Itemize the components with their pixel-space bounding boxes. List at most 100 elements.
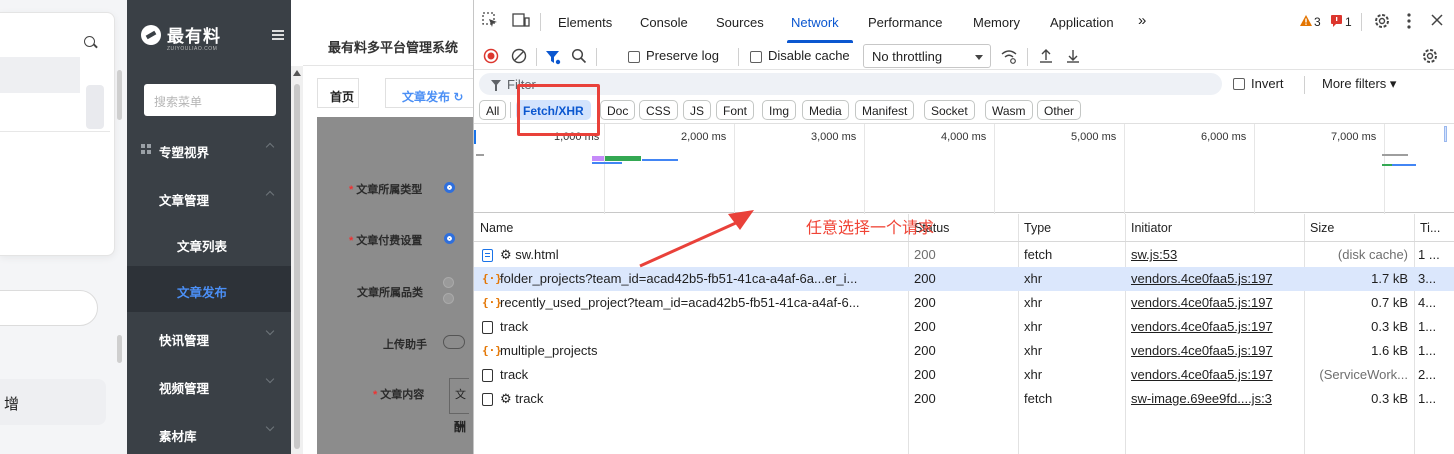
throttling-value: No throttling [872,49,943,64]
warning-icon[interactable] [1299,14,1313,27]
sidebar-item-article-list[interactable]: 文章列表 [127,220,291,266]
issues-icon[interactable] [1330,14,1343,27]
more-tabs-icon[interactable]: » [1138,12,1146,29]
column-header-time[interactable]: Ti... [1414,214,1454,242]
cell-type: xhr [1024,343,1043,358]
type-filter-wasm[interactable]: Wasm [985,100,1033,120]
table-row[interactable]: {·} folder_projects?team_id=acad42b5-fb51… [474,267,1454,291]
network-overview-timeline[interactable]: 1,000 ms 2,000 ms 3,000 ms 4,000 ms 5,00… [474,123,1454,214]
tab-console[interactable]: Console [640,15,688,30]
tab-memory[interactable]: Memory [973,15,1020,30]
sidebar-search-input[interactable]: 搜索菜单 [144,84,276,116]
scrollbar-thumb[interactable] [294,84,300,449]
disable-cache-checkbox[interactable] [750,51,762,63]
scroll-up-icon[interactable] [293,70,301,76]
table-row[interactable]: ⚙ track 200 fetch sw-image.69ee9fd....js:3 0… [474,387,1454,411]
column-header-initiator[interactable]: Initiator [1125,214,1304,242]
logo-text: 最有料 [167,27,221,46]
settings-gear-icon[interactable] [1373,12,1391,30]
sidebar-item-article-publish[interactable]: 文章发布 [127,266,291,312]
warnings-count[interactable]: 3 [1314,15,1321,29]
export-har-icon[interactable] [1066,48,1080,64]
left-scrollbar-lower[interactable] [117,335,122,363]
left-input[interactable] [0,290,98,326]
logo-mark-icon [141,24,161,45]
editor-char: 文 [455,389,466,401]
cell-initiator[interactable]: vendors.4ce0faa5.js:197 [1131,343,1299,358]
new-button[interactable]: 增 [0,379,106,425]
type-filter-js[interactable]: JS [683,100,712,120]
network-conditions-icon[interactable] [1000,48,1018,64]
close-icon[interactable] [1431,14,1443,26]
sidebar-item-video[interactable]: 视频管理 [127,362,291,408]
cell-initiator[interactable]: sw-image.69ee9fd....js:3 [1131,391,1299,406]
timeline-gridline [1384,124,1385,214]
radio-unselected[interactable] [443,277,454,288]
table-row[interactable]: track 200 xhr vendors.4ce0faa5.js:197 0.3 kB… [474,315,1454,339]
type-filter-other[interactable]: Other [1037,100,1082,120]
network-settings-gear-icon[interactable] [1421,47,1439,65]
sidebar-item-zhuansu[interactable]: 专塑视界 [127,126,291,172]
toolbar-separator [536,48,537,66]
search-icon[interactable] [571,48,587,64]
sidebar-scrollbar[interactable] [291,66,303,454]
more-filters-dropdown[interactable]: More filters ▾ [1322,76,1396,92]
table-row[interactable]: {·} recently_used_project?team_id=acad42b… [474,291,1454,315]
import-har-icon[interactable] [1039,48,1053,64]
radio-selected[interactable] [444,233,455,244]
radio-selected[interactable] [444,182,455,193]
table-row[interactable]: ⚙ sw.html 200 fetch sw.js:53 (disk cache) 1 .… [474,243,1454,267]
tab-application[interactable]: Application [1050,15,1114,30]
inspect-element-icon[interactable] [482,12,498,28]
cell-initiator[interactable]: vendors.4ce0faa5.js:197 [1131,319,1299,334]
sidebar-item-news[interactable]: 快讯管理 [127,314,291,360]
tab-home[interactable]: 首页 [317,78,359,108]
cell-initiator[interactable]: vendors.4ce0faa5.js:197 [1131,295,1299,310]
search-icon[interactable] [84,36,98,50]
radio-unselected[interactable] [443,293,454,304]
errors-count[interactable]: 1 [1345,15,1352,29]
type-filter-all[interactable]: All [479,100,507,120]
filter-row: Filter Invert More filters ▾ [474,70,1454,96]
device-toolbar-icon[interactable] [512,12,530,28]
timeline-tick-label: 2,000 ms [681,131,727,143]
sidebar-item-materials[interactable]: 素材库 [127,410,291,454]
sidebar-item-article-manage[interactable]: 文章管理 [127,174,291,220]
cell-initiator[interactable]: vendors.4ce0faa5.js:197 [1131,367,1299,382]
type-filter-font[interactable]: Font [716,100,755,120]
editor-char: 酬 [454,420,467,434]
sidebar-toggle-icon[interactable] [272,30,284,40]
clear-icon[interactable] [511,48,527,64]
type-filter-media[interactable]: Media [802,100,849,120]
tab-article-publish[interactable]: 文章发布 ↻ [385,78,473,108]
content-editor-box[interactable]: 文 [449,378,469,414]
cell-initiator[interactable]: sw.js:53 [1131,247,1299,262]
record-stop-icon[interactable] [483,48,499,64]
type-filter-socket[interactable]: Socket [924,100,975,120]
type-filter-css[interactable]: CSS [639,100,678,120]
throttling-select[interactable]: No throttling [863,44,991,68]
filter-funnel-icon[interactable] [545,49,561,65]
tab-elements[interactable]: Elements [558,15,612,30]
tab-performance[interactable]: Performance [868,15,942,30]
timeline-window-handle[interactable] [474,130,476,144]
table-row[interactable]: track 200 xhr vendors.4ce0faa5.js:197 (Servi… [474,363,1454,387]
cell-status: 200 [914,271,936,286]
column-header-size[interactable]: Size [1304,214,1414,242]
type-filter-manifest[interactable]: Manifest [855,100,915,120]
tab-sources[interactable]: Sources [716,15,764,30]
upload-helper-toggle[interactable] [443,335,465,349]
type-filter-img[interactable]: Img [762,100,797,120]
toolbar-separator [1361,13,1362,31]
cell-initiator[interactable]: vendors.4ce0faa5.js:197 [1131,271,1299,286]
preserve-log-checkbox[interactable] [628,51,640,63]
xhr-icon: {·} [482,272,502,285]
left-scrollbar[interactable] [117,70,122,120]
tab-network[interactable]: Network [791,15,839,30]
table-row[interactable]: {·} multiple_projects 200 xhr vendors.4ce0fa… [474,339,1454,363]
type-filter-doc[interactable]: Doc [600,100,636,120]
column-header-type[interactable]: Type [1018,214,1125,242]
kebab-menu-icon[interactable] [1406,12,1412,30]
timeline-window-handle[interactable] [1444,126,1447,142]
invert-checkbox[interactable] [1233,78,1245,90]
